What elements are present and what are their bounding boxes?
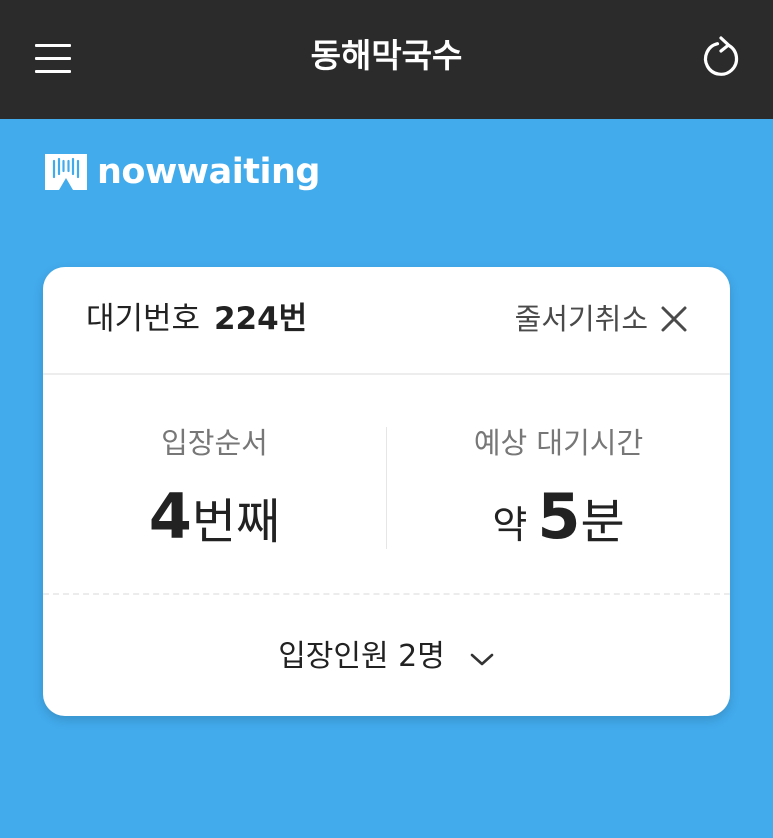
entry-order-number: 4 (148, 480, 192, 553)
refresh-button[interactable] (697, 33, 747, 83)
cancel-waiting-button[interactable]: 줄서기취소 (515, 298, 688, 340)
wait-time-unit: 분 (580, 494, 625, 550)
top-app-bar: 동해막국수 (0, 0, 773, 119)
wait-time-label: 예상 대기시간 (473, 426, 644, 460)
entry-order-unit: 번째 (191, 494, 281, 550)
refresh-icon (703, 36, 739, 76)
wait-time-prefix: 약 (492, 503, 528, 547)
party-size-toggle[interactable]: 입장인원 2명 (43, 597, 730, 716)
entry-order-label: 입장순서 (161, 426, 268, 460)
wait-time-stat: 예상 대기시간 약 5분 (387, 375, 730, 593)
party-size-label: 입장인원 2명 (278, 638, 445, 674)
wait-time-number: 5 (537, 480, 581, 553)
page-title: 동해막국수 (310, 36, 463, 75)
entry-order-value: 4번째 (43, 477, 386, 573)
ticket-number-value: 224번 (213, 301, 308, 337)
close-icon (661, 306, 687, 332)
chevron-down-icon (470, 653, 494, 665)
waiting-stats: 입장순서 4번째 예상 대기시간 약 5분 (43, 375, 730, 593)
wait-time-value: 약 5분 (387, 477, 730, 573)
brand-logo-text: nowwaiting (97, 152, 320, 192)
brand-logo: nowwaiting (43, 150, 320, 194)
party-divider (43, 593, 730, 595)
ticket-label: 대기번호 (86, 301, 201, 337)
ticket-number: 대기번호 224번 (86, 298, 307, 340)
cancel-waiting-label: 줄서기취소 (514, 302, 648, 336)
waiting-ticket-card: 대기번호 224번 줄서기취소 입장순서 4번째 예상 대기시간 약 5분 입장… (43, 267, 730, 716)
nowwaiting-logo-icon (45, 154, 87, 190)
entry-order-stat: 입장순서 4번째 (43, 375, 386, 593)
card-header: 대기번호 224번 줄서기취소 (43, 267, 730, 375)
